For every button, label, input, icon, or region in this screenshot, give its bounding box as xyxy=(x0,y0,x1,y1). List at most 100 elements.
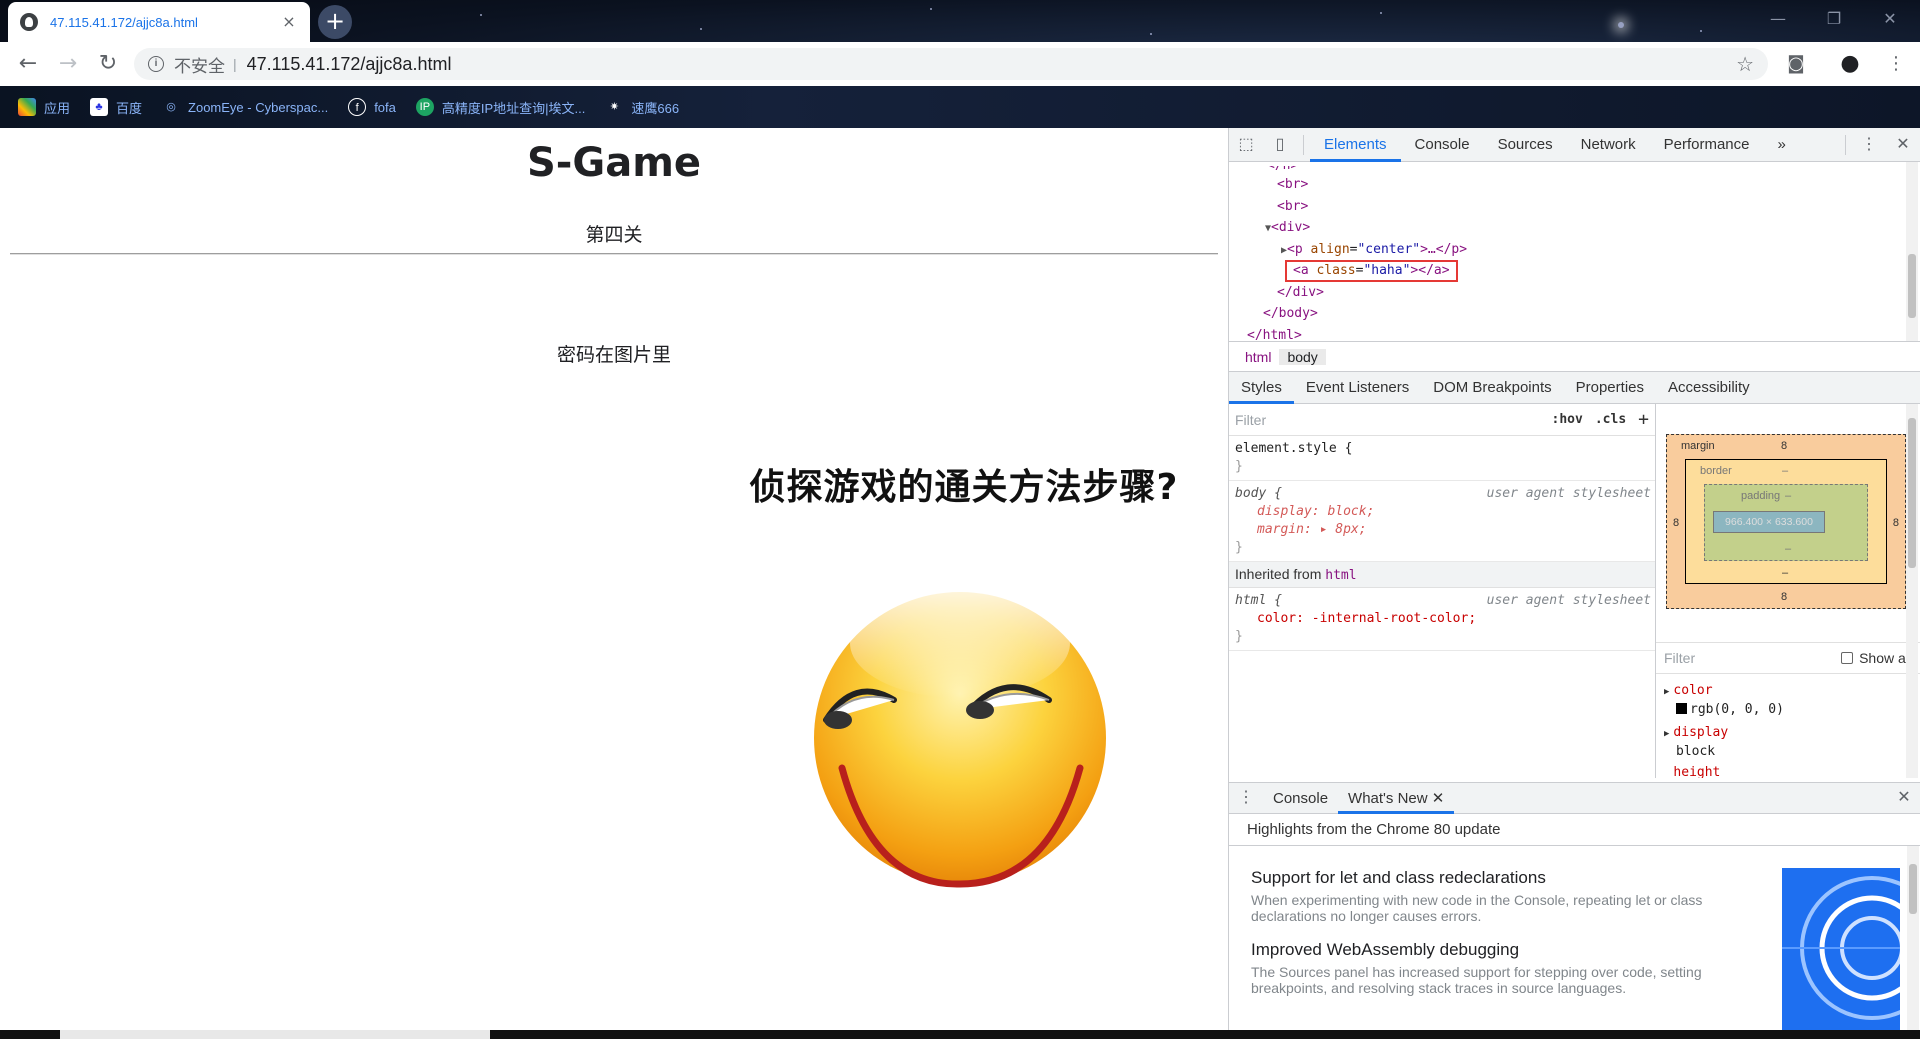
bookmark-label: fofa xyxy=(374,99,396,115)
tab-event-listeners[interactable]: Event Listeners xyxy=(1294,372,1421,404)
minimize-icon[interactable]: — xyxy=(1758,6,1798,32)
rule-brace: } xyxy=(1235,629,1243,644)
new-tab-button[interactable]: + xyxy=(318,5,352,39)
color-swatch[interactable] xyxy=(1676,703,1687,714)
whats-new-scrollbar[interactable] xyxy=(1907,846,1919,1030)
box-model-padding-top: – xyxy=(1785,490,1792,502)
password-hint: 密码在图片里 xyxy=(556,344,671,366)
computed-prop-value: rgb(0, 0, 0) xyxy=(1690,702,1784,717)
box-model-border-top: – xyxy=(1782,465,1789,477)
tab-performance[interactable]: Performance xyxy=(1650,128,1764,162)
tab-properties[interactable]: Properties xyxy=(1564,372,1656,404)
computed-prop-name: height xyxy=(1673,765,1721,778)
bookmark-ip[interactable]: IP 高精度IP地址查询|埃文... xyxy=(415,98,585,117)
rule-prop-color[interactable]: color: -internal-root-color; xyxy=(1235,610,1649,628)
dom-node-br[interactable]: <br> xyxy=(1229,174,1920,196)
devtools-close-icon[interactable]: ✕ xyxy=(1886,128,1920,162)
drawer-tab-whats-new[interactable]: What's New ✕ xyxy=(1338,783,1455,814)
drawer-close-icon[interactable]: ✕ xyxy=(1887,781,1920,815)
smiley-face-icon xyxy=(814,588,1106,888)
inherited-header: Inherited from html xyxy=(1229,562,1655,588)
tab-styles[interactable]: Styles xyxy=(1229,372,1294,404)
tab-console[interactable]: Console xyxy=(1401,128,1484,162)
html-rule[interactable]: user agent stylesheet html { color: -int… xyxy=(1229,588,1655,651)
reload-icon[interactable]: ↻ xyxy=(94,50,122,78)
new-rule-plus-icon[interactable]: + xyxy=(1638,409,1649,430)
computed-prop-color[interactable]: ▶ color rgb(0, 0, 0) xyxy=(1664,682,1784,719)
dom-node-a-selected[interactable]: <a class="haha"></a> xyxy=(1229,260,1920,282)
drawer-menu-icon[interactable]: ⋮ xyxy=(1229,781,1263,815)
tab-close-icon[interactable]: × xyxy=(280,13,298,31)
dom-node-div[interactable]: ▼<div> xyxy=(1229,217,1920,239)
more-tabs-icon[interactable]: » xyxy=(1764,128,1800,162)
inherited-tag-link[interactable]: html xyxy=(1325,568,1356,583)
url-text[interactable]: 47.115.41.172/ajjc8a.html xyxy=(247,54,1736,75)
computed-filter-input[interactable]: Filter xyxy=(1664,650,1695,666)
tab-accessibility[interactable]: Accessibility xyxy=(1656,372,1762,404)
computed-prop-display[interactable]: ▶ display block xyxy=(1664,724,1728,761)
device-toolbar-icon[interactable]: ▯ xyxy=(1263,128,1297,162)
bookmark-zoomeye[interactable]: ◎ ZoomEye - Cyberspac... xyxy=(162,98,328,116)
highlighted-anchor: <a class="haha"></a> xyxy=(1285,260,1458,282)
extension-icon[interactable]: ◙ xyxy=(1784,52,1808,76)
bookmark-label: ZoomEye - Cyberspac... xyxy=(188,99,329,115)
dom-tree: </h> <br> <br> ▼<div> ▶<p align="center"… xyxy=(1229,162,1920,342)
menu-kebab-icon[interactable]: ⋮ xyxy=(1884,52,1908,76)
bookmark-fofa[interactable]: f fofa xyxy=(348,98,396,116)
back-arrow-icon[interactable]: ← xyxy=(14,50,42,78)
show-all-checkbox[interactable]: Show all xyxy=(1841,650,1912,666)
address-bar[interactable]: i 不安全 | 47.115.41.172/ajjc8a.html ☆ xyxy=(134,48,1768,80)
tab-elements[interactable]: Elements xyxy=(1310,128,1401,162)
dom-node-html-close[interactable]: </html> xyxy=(1229,325,1920,342)
taskbar-item[interactable] xyxy=(60,1030,490,1039)
box-model: margin 8 8 8 8 border – – padding – – 96… xyxy=(1666,434,1906,609)
dom-node-body-close[interactable]: </body> xyxy=(1229,303,1920,325)
hov-toggle[interactable]: :hov xyxy=(1552,412,1583,427)
crumb-html[interactable]: html xyxy=(1237,349,1279,365)
computed-prop-height[interactable]: ▶height xyxy=(1664,764,1720,778)
browser-toolbar: ← → ↻ i 不安全 | 47.115.41.172/ajjc8a.html … xyxy=(0,42,1920,86)
whats-new-item[interactable]: Improved WebAssembly debugging The Sourc… xyxy=(1251,940,1771,996)
box-model-content[interactable]: 966.400 × 633.600 xyxy=(1713,511,1825,533)
profile-avatar-icon[interactable]: ● xyxy=(1838,52,1862,76)
bookmark-eagle[interactable]: ✷ 速鹰666 xyxy=(605,98,679,117)
box-model-border-bottom: – xyxy=(1782,567,1789,579)
inspect-element-icon[interactable]: ⬚ xyxy=(1229,128,1263,162)
dom-scrollbar[interactable] xyxy=(1906,162,1918,341)
crumb-body[interactable]: body xyxy=(1279,348,1326,365)
expand-triangle-icon[interactable]: ▶ xyxy=(1664,687,1669,697)
divider xyxy=(10,253,1218,255)
info-icon[interactable]: i xyxy=(148,56,164,72)
styles-area: Filter :hov .cls + element.style { } use… xyxy=(1229,404,1920,778)
devtools-menu-icon[interactable]: ⋮ xyxy=(1852,128,1886,162)
styles-filter-input[interactable]: Filter xyxy=(1235,412,1540,428)
bookmark-apps[interactable]: 应用 xyxy=(18,98,70,117)
dom-node-div-close[interactable]: </div> xyxy=(1229,282,1920,304)
expand-triangle-icon[interactable]: ▶ xyxy=(1664,729,1669,739)
tab-dom-breakpoints[interactable]: DOM Breakpoints xyxy=(1421,372,1563,404)
body-rule[interactable]: user agent stylesheet body { display: bl… xyxy=(1229,481,1655,562)
tab-network[interactable]: Network xyxy=(1567,128,1650,162)
forward-arrow-icon[interactable]: → xyxy=(54,50,82,78)
rule-prop-margin[interactable]: margin: ▸ 8px; xyxy=(1235,521,1649,539)
maximize-icon[interactable]: ❐ xyxy=(1814,6,1854,32)
tab-strip: 47.115.41.172/ajjc8a.html × + — ❐ ✕ xyxy=(0,0,1920,42)
element-style-rule[interactable]: element.style { } xyxy=(1229,436,1655,481)
close-icon[interactable]: ✕ xyxy=(1432,790,1445,807)
box-model-border: border – – padding – – 966.400 × 633.600 xyxy=(1685,459,1887,584)
dom-node-br[interactable]: <br> xyxy=(1229,196,1920,218)
whats-new-item[interactable]: Support for let and class redeclarations… xyxy=(1251,868,1771,924)
ip-icon: IP xyxy=(415,98,434,116)
browser-tab[interactable]: 47.115.41.172/ajjc8a.html × xyxy=(8,2,310,42)
rule-prop-display[interactable]: display: block; xyxy=(1235,503,1649,521)
computed-scrollbar[interactable] xyxy=(1906,404,1918,778)
bookmark-star-icon[interactable]: ☆ xyxy=(1736,52,1754,77)
cls-toggle[interactable]: .cls xyxy=(1595,412,1626,427)
dom-node-p[interactable]: ▶<p align="center">…</p> xyxy=(1229,239,1920,261)
tab-sources[interactable]: Sources xyxy=(1484,128,1567,162)
bookmark-baidu[interactable]: ♣ 百度 xyxy=(90,98,142,117)
drawer-tab-console[interactable]: Console xyxy=(1263,783,1338,814)
whats-new-title: Support for let and class redeclarations xyxy=(1251,868,1546,887)
bookmarks-bar: 应用 ♣ 百度 ◎ ZoomEye - Cyberspac... f fofa … xyxy=(0,86,1920,128)
window-close-icon[interactable]: ✕ xyxy=(1870,6,1910,32)
